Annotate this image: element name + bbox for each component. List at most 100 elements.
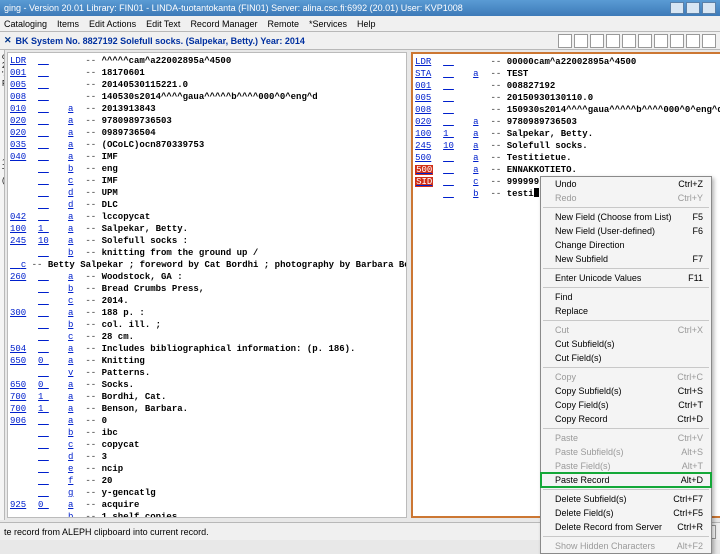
marc-value[interactable]: 008827192 (507, 80, 556, 92)
marc-field-row[interactable]: 906 a -- 0 (10, 415, 404, 427)
marc-indicators[interactable] (38, 211, 68, 223)
marc-tag[interactable] (10, 475, 38, 487)
marc-indicators[interactable] (443, 164, 473, 176)
marc-value[interactable]: 20150930130110.0 (507, 92, 593, 104)
marc-tag[interactable]: 005 (415, 92, 443, 104)
marc-subfield-code[interactable]: a (68, 403, 80, 415)
marc-subfield-code[interactable]: a (68, 151, 80, 163)
marc-subfield-code[interactable]: b (68, 283, 80, 295)
marc-subfield-code[interactable]: a (473, 164, 485, 176)
marc-indicators[interactable] (443, 68, 473, 80)
marc-subfield-code[interactable]: b (68, 319, 80, 331)
marc-field-row[interactable]: c -- IMF (10, 175, 404, 187)
marc-indicators[interactable] (443, 152, 473, 164)
marc-indicators[interactable]: 0 (38, 355, 68, 367)
marc-indicators[interactable] (443, 104, 473, 116)
marc-field-row[interactable]: 005 -- 20140530115221.0 (10, 79, 404, 91)
marc-value[interactable]: Salpekar, Betty. (507, 128, 593, 140)
marc-tag[interactable]: 100 (415, 128, 443, 140)
marc-value[interactable]: 0989736504 (102, 127, 156, 139)
marc-tag[interactable]: 020 (10, 115, 38, 127)
marc-value[interactable]: 2013913843 (102, 103, 156, 115)
marc-subfield-code[interactable]: v (68, 367, 80, 379)
marc-field-row[interactable]: 020 a -- 9780989736503 (415, 116, 720, 128)
marc-value[interactable]: ncip (102, 463, 124, 475)
context-menu-item[interactable]: Change Direction (541, 238, 711, 252)
context-menu-item[interactable]: UndoCtrl+Z (541, 177, 711, 191)
marc-indicators[interactable] (443, 176, 473, 188)
marc-tag[interactable]: 042 (10, 211, 38, 223)
marc-tag[interactable] (10, 295, 38, 307)
marc-value[interactable]: IMF (102, 151, 118, 163)
marc-value[interactable]: Woodstock, GA : (102, 271, 183, 283)
marc-indicators[interactable] (38, 367, 68, 379)
marc-subfield-code[interactable]: a (473, 128, 485, 140)
marc-subfield-code[interactable]: c (68, 439, 80, 451)
context-menu-item[interactable]: Paste RecordAlt+D (541, 473, 711, 487)
marc-indicators[interactable] (38, 487, 68, 499)
marc-subfield-code[interactable]: a (68, 415, 80, 427)
marc-subfield-code[interactable]: d (68, 199, 80, 211)
marc-tag[interactable]: 500 (415, 164, 443, 176)
marc-indicators[interactable]: 0 (38, 379, 68, 391)
marc-subfield-code[interactable]: a (68, 307, 80, 319)
tool-icon[interactable] (622, 34, 636, 48)
marc-field-row[interactable]: 7001 a -- Benson, Barbara. (10, 403, 404, 415)
marc-field-row[interactable]: b -- eng (10, 163, 404, 175)
marc-field-row[interactable]: 504 a -- Includes bibliographical inform… (10, 343, 404, 355)
marc-field-row[interactable]: 005 -- 20150930130110.0 (415, 92, 720, 104)
marc-value[interactable]: DLC (102, 199, 118, 211)
marc-field-row[interactable]: 24510a -- Solefull socks. (415, 140, 720, 152)
marc-value[interactable]: Bordhi, Cat. (102, 391, 167, 403)
marc-field-row[interactable]: d -- UPM (10, 187, 404, 199)
marc-indicators[interactable] (38, 331, 68, 343)
marc-subfield-code[interactable]: a (68, 223, 80, 235)
marc-field-row[interactable]: b -- Bread Crumbs Press, (10, 283, 404, 295)
marc-indicators[interactable]: 10 (38, 235, 68, 247)
marc-tag[interactable]: 650 (10, 355, 38, 367)
context-menu-item[interactable]: Copy RecordCtrl+D (541, 412, 711, 426)
marc-value[interactable]: Testitietue. (507, 152, 572, 164)
tool-icon[interactable] (574, 34, 588, 48)
marc-tag[interactable]: 100 (10, 223, 38, 235)
marc-indicators[interactable] (38, 199, 68, 211)
marc-field-row[interactable]: c -- 28 cm. (10, 331, 404, 343)
tool-icon[interactable] (670, 34, 684, 48)
marc-indicators[interactable] (38, 463, 68, 475)
marc-field-row[interactable]: 042 a -- lccopycat (10, 211, 404, 223)
marc-tag[interactable] (10, 331, 38, 343)
tool-icon[interactable] (590, 34, 604, 48)
marc-value[interactable]: col. ill. ; (102, 319, 161, 331)
marc-subfield-code[interactable]: b (68, 247, 80, 259)
marc-indicators[interactable] (38, 67, 68, 79)
marc-indicators[interactable] (38, 55, 68, 67)
marc-value[interactable]: Solefull socks : (102, 235, 188, 247)
marc-field-row[interactable]: e -- ncip (10, 463, 404, 475)
marc-indicators[interactable] (38, 451, 68, 463)
marc-subfield-code[interactable]: a (68, 139, 80, 151)
marc-indicators[interactable] (38, 271, 68, 283)
marc-indicators[interactable] (443, 56, 473, 68)
marc-value[interactable]: y-gencatlg (102, 487, 156, 499)
marc-tag[interactable]: 020 (10, 127, 38, 139)
marc-value[interactable]: Includes bibliographical information: (p… (102, 343, 356, 355)
marc-subfield-code[interactable]: g (68, 487, 80, 499)
marc-tag[interactable] (10, 319, 38, 331)
marc-tag[interactable]: 020 (415, 116, 443, 128)
marc-tag[interactable]: 005 (10, 79, 38, 91)
marc-indicators[interactable] (38, 511, 68, 518)
marc-subfield-code[interactable]: a (68, 211, 80, 223)
context-menu-item[interactable]: Cut Subfield(s) (541, 337, 711, 351)
marc-field-row[interactable]: b -- ibc (10, 427, 404, 439)
marc-field-row[interactable]: c -- 2014. (10, 295, 404, 307)
marc-field-row[interactable]: v -- Patterns. (10, 367, 404, 379)
marc-tag[interactable]: 001 (415, 80, 443, 92)
marc-value[interactable]: ibc (102, 427, 118, 439)
marc-tag[interactable] (10, 451, 38, 463)
marc-subfield-code[interactable]: a (473, 152, 485, 164)
marc-field-row[interactable]: 008 -- 140530s2014^^^^gaua^^^^^b^^^^000^… (10, 91, 404, 103)
marc-field-row[interactable]: LDR -- 00000cam^a22002895a^4500 (415, 56, 720, 68)
marc-subfield-code[interactable] (68, 91, 80, 103)
marc-field-row[interactable]: 6500 a -- Socks. (10, 379, 404, 391)
marc-field-row[interactable]: c -- copycat (10, 439, 404, 451)
